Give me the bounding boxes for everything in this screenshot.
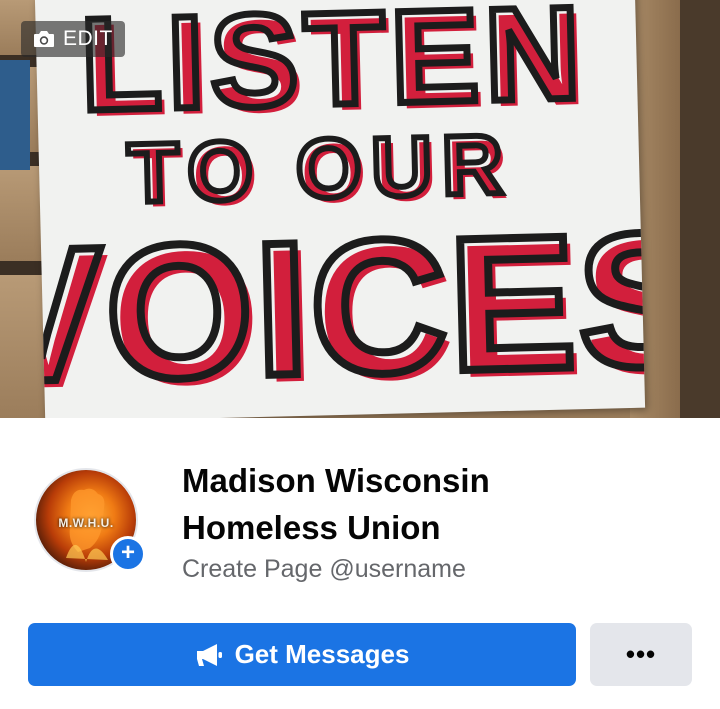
page-title-line-1: Madison Wisconsin — [182, 462, 490, 499]
page-header: M.W.H.U. + Madison Wisconsin Homeless Un… — [0, 418, 720, 709]
get-messages-label: Get Messages — [234, 639, 410, 669]
megaphone-icon — [196, 643, 222, 666]
sign-line-3: VOICES — [35, 193, 645, 418]
page-title: Madison Wisconsin Homeless Union — [182, 457, 682, 551]
more-options-button[interactable]: ••• — [590, 623, 692, 686]
more-icon: ••• — [625, 639, 657, 669]
protest-sign: LISTEN LISTEN TO OUR TO OUR VOICES VOICE… — [34, 0, 646, 418]
create-username-link[interactable]: Create Page @username — [182, 555, 466, 584]
edit-cover-button[interactable]: EDIT — [21, 21, 125, 57]
page-title-line-2: Homeless Union — [182, 509, 441, 546]
avatar-text: M.W.H.U. — [58, 516, 114, 530]
get-messages-button[interactable]: Get Messages — [28, 623, 576, 686]
plus-icon[interactable]: + — [110, 536, 146, 572]
camera-icon — [34, 31, 54, 47]
sign-lettering: LISTEN LISTEN TO OUR TO OUR VOICES VOICE… — [35, 0, 645, 418]
edit-label: EDIT — [63, 27, 113, 50]
profile-picture[interactable]: M.W.H.U. + — [34, 468, 146, 576]
background-tarp — [0, 60, 30, 170]
cover-photo[interactable]: LISTEN LISTEN TO OUR TO OUR VOICES VOICE… — [0, 0, 720, 418]
